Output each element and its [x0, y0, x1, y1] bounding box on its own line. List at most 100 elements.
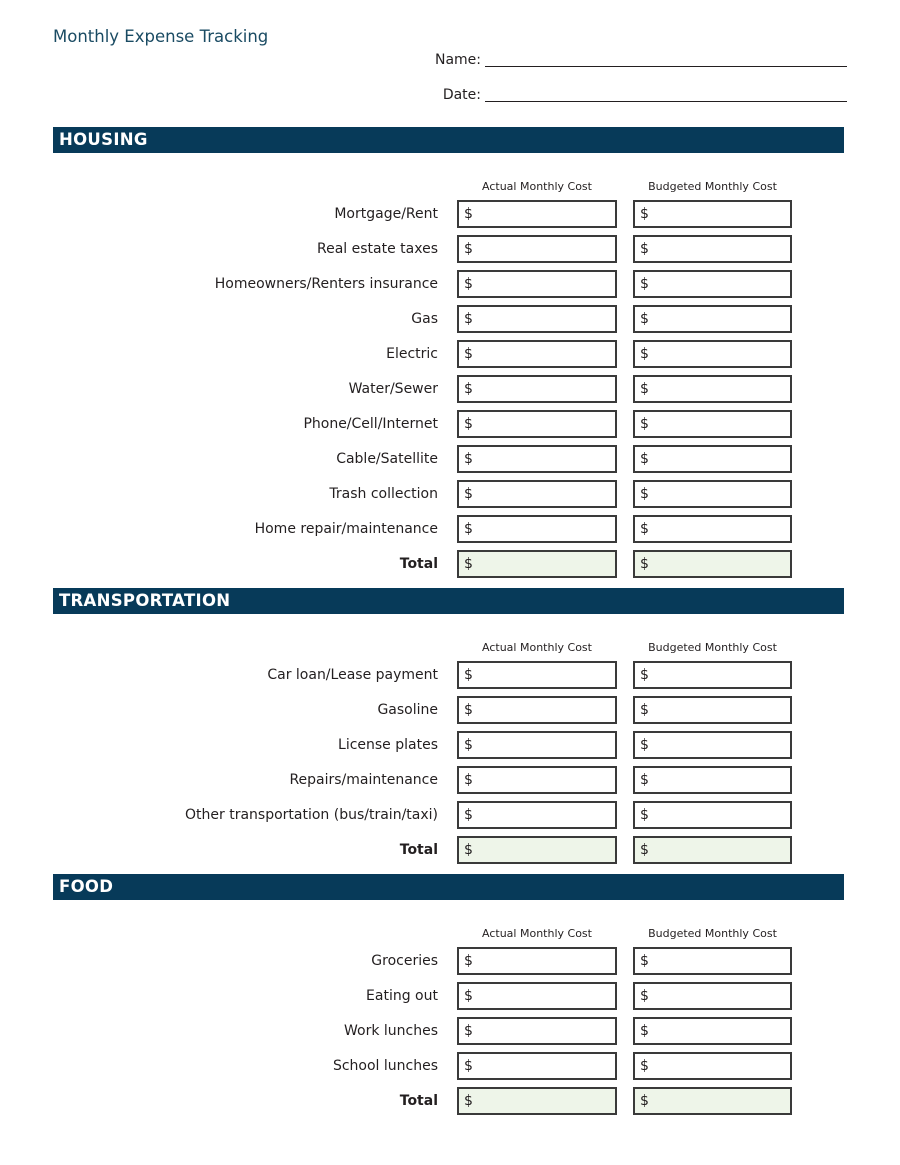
actual-cost-input[interactable]	[472, 768, 615, 792]
actual-cost-input[interactable]	[472, 1054, 615, 1078]
budgeted-cost-field[interactable]: $	[633, 480, 792, 508]
actual-cost-input[interactable]	[472, 1019, 615, 1043]
actual-cost-field[interactable]: $	[457, 375, 617, 403]
actual-cost-field[interactable]: $	[457, 445, 617, 473]
name-label: Name:	[434, 52, 481, 68]
actual-total-field[interactable]: $	[457, 1087, 617, 1115]
budgeted-cost-input[interactable]	[648, 517, 790, 541]
actual-cost-field[interactable]: $	[457, 515, 617, 543]
budgeted-cost-field[interactable]: $	[633, 305, 792, 333]
budgeted-cost-input[interactable]	[648, 237, 790, 261]
budgeted-cost-field[interactable]: $	[633, 766, 792, 794]
actual-total-input[interactable]	[472, 552, 615, 576]
name-input[interactable]	[485, 53, 847, 70]
actual-total-input[interactable]	[472, 838, 615, 862]
budgeted-cost-field[interactable]: $	[633, 235, 792, 263]
actual-cost-field[interactable]: $	[457, 305, 617, 333]
actual-cost-field[interactable]: $	[457, 801, 617, 829]
actual-cost-field[interactable]: $	[457, 1052, 617, 1080]
actual-total-field[interactable]: $	[457, 550, 617, 578]
budgeted-cost-input[interactable]	[648, 803, 790, 827]
actual-cost-input[interactable]	[472, 663, 615, 687]
budgeted-cost-input[interactable]	[648, 698, 790, 722]
budgeted-cost-field[interactable]: $	[633, 731, 792, 759]
budgeted-cost-input[interactable]	[648, 1019, 790, 1043]
actual-cost-field[interactable]: $	[457, 661, 617, 689]
actual-cost-input[interactable]	[472, 307, 615, 331]
date-input[interactable]	[485, 88, 847, 105]
budgeted-total-input[interactable]	[648, 552, 790, 576]
actual-total-input[interactable]	[472, 1089, 615, 1113]
actual-cost-field[interactable]: $	[457, 270, 617, 298]
actual-cost-field[interactable]: $	[457, 480, 617, 508]
actual-cost-input[interactable]	[472, 447, 615, 471]
budgeted-total-field[interactable]: $	[633, 1087, 792, 1115]
actual-cost-field[interactable]: $	[457, 696, 617, 724]
budgeted-cost-field[interactable]: $	[633, 1017, 792, 1045]
actual-cost-input[interactable]	[472, 237, 615, 261]
budgeted-cost-field[interactable]: $	[633, 410, 792, 438]
budgeted-cost-input[interactable]	[648, 377, 790, 401]
budgeted-cost-input[interactable]	[648, 733, 790, 757]
expense-label: Homeowners/Renters insurance	[214, 276, 438, 292]
budgeted-cost-input[interactable]	[648, 412, 790, 436]
currency-symbol: $	[464, 667, 473, 683]
budgeted-cost-input[interactable]	[648, 307, 790, 331]
budgeted-cost-field[interactable]: $	[633, 801, 792, 829]
budgeted-cost-input[interactable]	[648, 482, 790, 506]
budgeted-cost-field[interactable]: $	[633, 270, 792, 298]
actual-cost-input[interactable]	[472, 949, 615, 973]
actual-cost-input[interactable]	[472, 698, 615, 722]
actual-cost-field[interactable]: $	[457, 235, 617, 263]
date-field[interactable]	[485, 85, 847, 105]
actual-cost-input[interactable]	[472, 272, 615, 296]
actual-cost-field[interactable]: $	[457, 947, 617, 975]
actual-cost-input[interactable]	[472, 517, 615, 541]
actual-cost-input[interactable]	[472, 377, 615, 401]
actual-cost-input[interactable]	[472, 803, 615, 827]
budgeted-cost-field[interactable]: $	[633, 515, 792, 543]
actual-cost-field[interactable]: $	[457, 731, 617, 759]
budgeted-cost-input[interactable]	[648, 984, 790, 1008]
budgeted-cost-field[interactable]: $	[633, 982, 792, 1010]
actual-cost-field[interactable]: $	[457, 1017, 617, 1045]
budgeted-total-input[interactable]	[648, 1089, 790, 1113]
actual-cost-input[interactable]	[472, 482, 615, 506]
budgeted-cost-input[interactable]	[648, 272, 790, 296]
budgeted-cost-input[interactable]	[648, 202, 790, 226]
actual-cost-input[interactable]	[472, 412, 615, 436]
budgeted-cost-input[interactable]	[648, 342, 790, 366]
currency-symbol: $	[464, 772, 473, 788]
budgeted-cost-field[interactable]: $	[633, 375, 792, 403]
expense-label: Eating out	[366, 988, 438, 1004]
actual-cost-input[interactable]	[472, 984, 615, 1008]
name-field[interactable]	[485, 50, 847, 70]
actual-cost-field[interactable]: $	[457, 200, 617, 228]
budgeted-cost-input[interactable]	[648, 663, 790, 687]
budgeted-cost-field[interactable]: $	[633, 340, 792, 368]
budgeted-cost-field[interactable]: $	[633, 445, 792, 473]
actual-cost-input[interactable]	[472, 733, 615, 757]
budgeted-total-input[interactable]	[648, 838, 790, 862]
budgeted-cost-field[interactable]: $	[633, 661, 792, 689]
budgeted-cost-input[interactable]	[648, 768, 790, 792]
budgeted-cost-field[interactable]: $	[633, 200, 792, 228]
budgeted-cost-input[interactable]	[648, 1054, 790, 1078]
budgeted-total-field[interactable]: $	[633, 836, 792, 864]
budgeted-cost-input[interactable]	[648, 447, 790, 471]
actual-cost-input[interactable]	[472, 342, 615, 366]
actual-cost-field[interactable]: $	[457, 340, 617, 368]
currency-symbol: $	[640, 556, 649, 572]
currency-symbol: $	[464, 206, 473, 222]
expense-label: Trash collection	[329, 486, 438, 502]
budgeted-cost-field[interactable]: $	[633, 1052, 792, 1080]
budgeted-cost-field[interactable]: $	[633, 696, 792, 724]
actual-cost-field[interactable]: $	[457, 982, 617, 1010]
budgeted-total-field[interactable]: $	[633, 550, 792, 578]
budgeted-cost-field[interactable]: $	[633, 947, 792, 975]
actual-cost-input[interactable]	[472, 202, 615, 226]
actual-total-field[interactable]: $	[457, 836, 617, 864]
actual-cost-field[interactable]: $	[457, 410, 617, 438]
actual-cost-field[interactable]: $	[457, 766, 617, 794]
budgeted-cost-input[interactable]	[648, 949, 790, 973]
